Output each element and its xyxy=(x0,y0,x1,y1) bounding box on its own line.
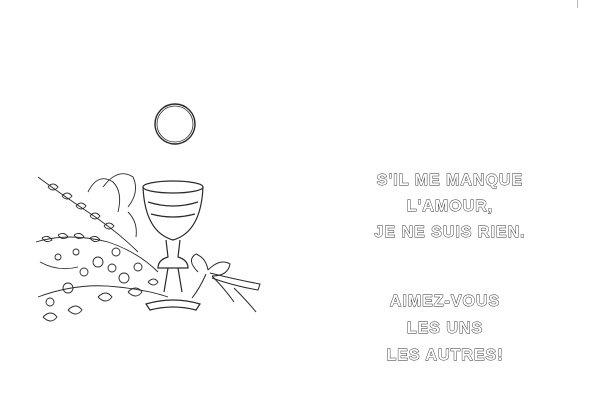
chalice-icon xyxy=(142,180,204,311)
ribbon-bow-icon xyxy=(191,253,261,313)
verse-line-3: JE NE SUIS RIEN. xyxy=(374,224,526,242)
verse-line-1: S'IL ME MANQUE xyxy=(376,172,524,190)
exhortation-line-2: LES UNS xyxy=(406,320,484,338)
exhortation-line-3: LES AUTRES! xyxy=(386,347,504,365)
corner-mark xyxy=(577,0,584,8)
wheat-and-flowers-icon xyxy=(35,173,169,322)
exhortation-line-1: AIMEZ-VOUS xyxy=(389,293,501,311)
verse-line-2: L'AMOUR, xyxy=(406,198,494,216)
communion-illustration xyxy=(35,103,261,322)
card: S'IL ME MANQUE L'AMOUR, JE NE SUIS RIEN.… xyxy=(0,0,590,415)
exhortation-text: AIMEZ-VOUS LES UNS LES AUTRES! xyxy=(345,288,545,369)
verse-text: S'IL ME MANQUE L'AMOUR, JE NE SUIS RIEN. xyxy=(345,168,555,246)
host-circle-icon xyxy=(154,103,196,145)
